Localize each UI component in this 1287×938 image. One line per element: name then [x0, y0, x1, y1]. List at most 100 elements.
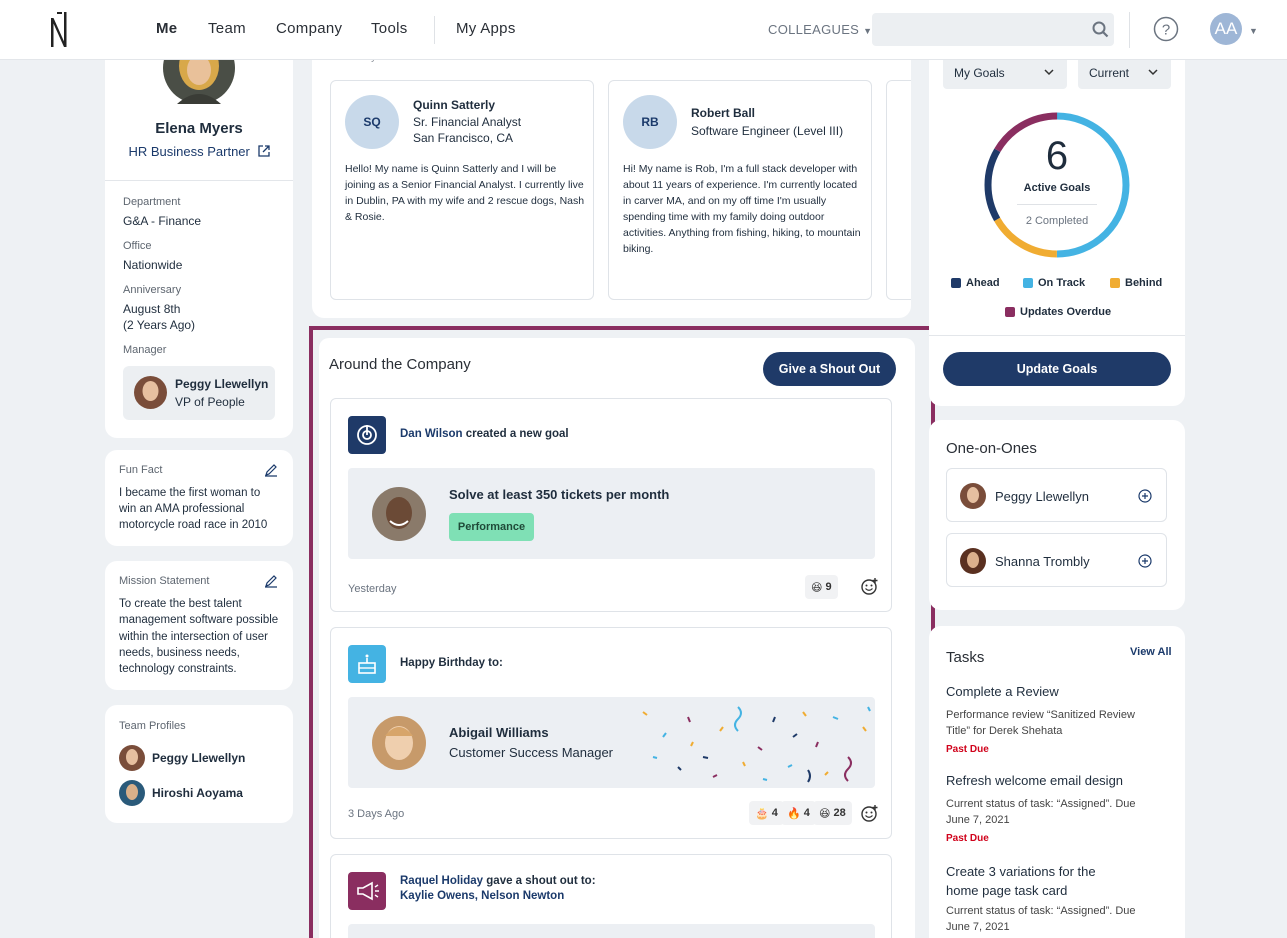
section-title: Around the Company — [329, 356, 471, 373]
update-goals-button[interactable]: Update Goals — [943, 352, 1171, 386]
reaction-count: 9 — [825, 581, 832, 593]
search-icon[interactable] — [1092, 21, 1109, 38]
divider — [1017, 204, 1097, 205]
user-avatar[interactable]: AA — [1210, 13, 1242, 45]
avatar — [372, 716, 426, 770]
shout-out-targets[interactable]: Kaylie Owens, Nelson Newton — [400, 890, 564, 902]
office-value: Nationwide — [123, 258, 183, 272]
profile-card: Elena Myers HR Business Partner Departme… — [105, 20, 293, 438]
initials: RB — [641, 115, 659, 129]
task-title[interactable]: Refresh welcome email design — [946, 773, 1168, 788]
anniversary-label: Anniversary — [123, 284, 182, 296]
team-member[interactable]: Peggy Llewellyn — [119, 745, 279, 771]
one-on-one-name: Peggy Llewellyn — [995, 489, 1089, 504]
add-reaction-icon[interactable] — [861, 804, 879, 822]
manager-card[interactable]: Peggy Llewellyn VP of People — [123, 366, 275, 420]
add-circle-icon[interactable] — [1138, 554, 1152, 568]
profile-name: Elena Myers — [155, 120, 243, 137]
manager-label: Manager — [123, 344, 167, 356]
one-on-one-item[interactable]: Shanna Trombly — [946, 533, 1167, 587]
feed-post-shout-out: Raquel Holiday gave a shout out to: Kayl… — [330, 854, 892, 938]
avatar — [119, 745, 145, 771]
svg-text:?: ? — [1162, 22, 1170, 39]
one-on-ones-title: One-on-Ones — [946, 440, 1037, 457]
fun-fact-label: Fun Fact — [119, 464, 163, 476]
goal-title: Solve at least 350 tickets per month — [449, 487, 670, 502]
grin-emoji-icon: 😆 — [811, 581, 823, 594]
shout-out-detail[interactable] — [348, 924, 875, 938]
caret-down-icon[interactable]: ▼ — [1249, 26, 1258, 36]
anniversary-sub: (2 Years Ago) — [123, 318, 196, 332]
edit-pencil-icon[interactable] — [264, 463, 278, 477]
nav-divider — [1129, 12, 1130, 48]
new-hire-bio: Hello! My name is Quinn Satterly and I w… — [345, 163, 585, 223]
company-logo[interactable] — [48, 10, 70, 48]
new-hire-location: San Francisco, CA — [413, 131, 514, 145]
initials-avatar: RB — [623, 95, 677, 149]
nav-team[interactable]: Team — [208, 20, 246, 37]
post-action: created a new goal — [462, 428, 569, 440]
cake-emoji-icon: 🎂 — [755, 807, 769, 820]
department-label: Department — [123, 196, 181, 208]
legend-label: Ahead — [966, 277, 1000, 289]
edit-pencil-icon[interactable] — [264, 574, 278, 588]
legend-label: Behind — [1125, 277, 1163, 289]
avatar — [134, 376, 167, 409]
profile-title-link[interactable]: HR Business Partner — [105, 144, 293, 159]
post-actor-link[interactable]: Dan Wilson — [400, 428, 463, 440]
reaction-badge[interactable]: 🎂 4 — [749, 801, 784, 825]
post-header: Dan Wilson created a new goal — [400, 428, 569, 440]
anniversary-value: August 8th — [123, 302, 181, 316]
colleagues-label: COLLEAGUES — [768, 22, 860, 37]
new-hire-card[interactable]: RB Robert Ball Software Engineer (Level … — [608, 80, 872, 300]
reaction-count: 4 — [803, 807, 810, 819]
give-shout-out-button[interactable]: Give a Shout Out — [763, 352, 896, 386]
one-on-one-item[interactable]: Peggy Llewellyn — [946, 468, 1167, 522]
grin-emoji-icon: 😆 — [819, 807, 831, 820]
department-value: G&A - Finance — [123, 214, 202, 228]
birthday-detail[interactable]: Abigail Williams Customer Success Manage… — [348, 697, 875, 788]
add-circle-icon[interactable] — [1138, 489, 1152, 503]
initials: SQ — [363, 115, 381, 129]
new-hires-card: Last 7 days SQ Quinn Satterly Sr. Financ… — [312, 20, 911, 318]
new-hire-card[interactable]: SQ Quinn Satterly Sr. Financial Analyst … — [330, 80, 594, 300]
post-actor-link[interactable]: Raquel Holiday — [400, 875, 483, 887]
divider — [105, 180, 293, 181]
nav-me[interactable]: Me — [156, 20, 177, 37]
reaction-badge[interactable]: 😆 9 — [805, 575, 838, 599]
birthday-heading: Happy Birthday to: — [400, 657, 503, 669]
period-filter-select[interactable]: Current — [1078, 56, 1171, 89]
reaction-badge[interactable]: 😆 28 — [813, 801, 852, 825]
chevron-down-icon — [1044, 69, 1054, 76]
goals-filter-select[interactable]: My Goals — [943, 56, 1067, 89]
active-goals-label: Active Goals — [1023, 182, 1091, 194]
help-icon[interactable]: ? — [1153, 16, 1179, 42]
new-hire-card-partial[interactable] — [886, 80, 911, 300]
performance-tag: Performance — [449, 513, 534, 541]
task-title[interactable]: Create 3 variations for the home page ta… — [946, 862, 1126, 900]
mission-text: To create the best talent management sof… — [119, 598, 279, 676]
add-reaction-icon[interactable] — [861, 577, 879, 595]
reaction-badge[interactable]: 🔥 4 — [781, 801, 816, 825]
nav-tools[interactable]: Tools — [371, 20, 408, 37]
team-member[interactable]: Hiroshi Aoyama — [119, 780, 279, 806]
legend-swatch — [1110, 278, 1120, 288]
search-input[interactable] — [872, 13, 1114, 46]
task-title[interactable]: Complete a Review — [946, 684, 1168, 699]
tasks-card: Tasks View All Complete a Review Perform… — [929, 626, 1185, 938]
post-header: Raquel Holiday gave a shout out to: — [400, 875, 596, 887]
view-all-link[interactable]: View All — [1130, 646, 1172, 658]
avatar — [372, 487, 426, 541]
cake-icon — [348, 645, 386, 683]
nav-my-apps[interactable]: My Apps — [456, 20, 516, 37]
colleagues-dropdown[interactable]: COLLEAGUES ▼ — [768, 22, 872, 37]
task-description: Current status of task: “Assigned”. Due … — [946, 798, 1136, 826]
fun-fact-card: Fun Fact I became the first woman to win… — [105, 450, 293, 546]
divider — [929, 335, 1185, 336]
avatar-initials: AA — [1214, 19, 1238, 38]
legend-label: On Track — [1038, 277, 1086, 289]
nav-company[interactable]: Company — [276, 20, 342, 37]
legend-item-behind: Behind — [1110, 277, 1162, 289]
legend-item-on-track: On Track — [1023, 277, 1085, 289]
goal-detail[interactable]: Solve at least 350 tickets per month Per… — [348, 468, 875, 559]
